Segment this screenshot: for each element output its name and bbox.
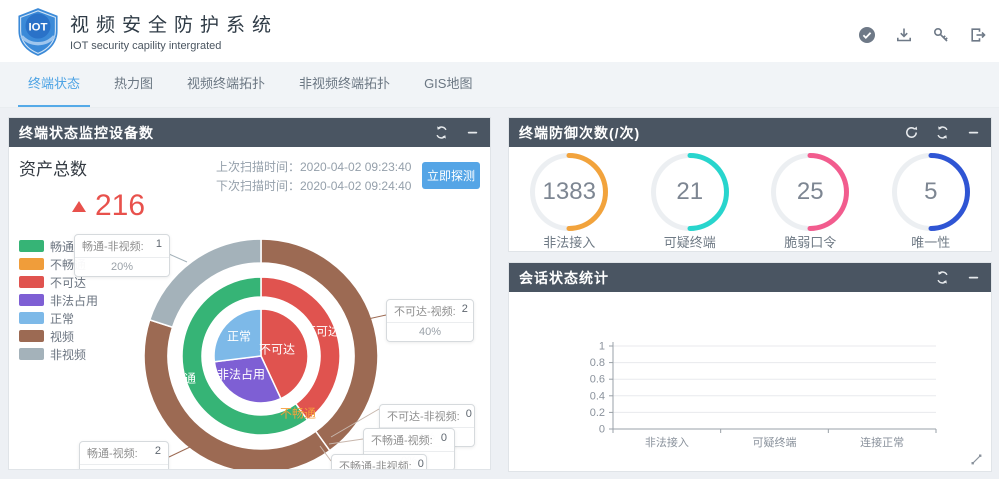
header-actions bbox=[858, 26, 987, 44]
key-icon[interactable] bbox=[932, 26, 950, 44]
resize-handle[interactable] bbox=[971, 452, 982, 463]
legend-item-zhengchang[interactable]: 正常 bbox=[19, 309, 98, 327]
top-header: IOT 视频安全防护系统 IOT security capility inter… bbox=[0, 0, 999, 62]
detect-now-button[interactable]: 立即探测 bbox=[422, 162, 480, 189]
panel-terminal-monitor-header: 终端状态监控设备数 bbox=[9, 118, 490, 147]
gauge-illegal-access: 1383 非法接入 bbox=[509, 150, 630, 251]
asset-total-value: 216 bbox=[95, 189, 145, 223]
legend-swatch bbox=[19, 294, 44, 306]
next-scan-time: 下次扫描时间：2020-04-02 09:24:40 bbox=[216, 177, 411, 196]
main-tabbar: 终端状态 热力图 视频终端拓扑 非视频终端拓扑 GIS地图 bbox=[0, 62, 999, 108]
callout-buchangtong-feishipin: 不畅通-非视频:0 0% bbox=[331, 454, 427, 469]
gauge-value: 25 bbox=[750, 150, 871, 234]
svg-text:非法接入: 非法接入 bbox=[645, 435, 689, 449]
gauge-label: 非法接入 bbox=[509, 232, 630, 251]
legend-swatch bbox=[19, 330, 44, 342]
legend-swatch bbox=[19, 240, 44, 252]
gauge-label: 脆弱口令 bbox=[750, 232, 871, 251]
gauge-weak-password: 25 脆弱口令 bbox=[750, 150, 871, 251]
svg-text:0.8: 0.8 bbox=[590, 357, 605, 369]
tab-video-topology[interactable]: 视频终端拓扑 bbox=[177, 62, 275, 107]
refresh-icon[interactable] bbox=[935, 125, 950, 140]
download-icon[interactable] bbox=[895, 26, 913, 44]
app-subtitle: IOT security capility intergrated bbox=[70, 40, 278, 52]
tab-terminal-status[interactable]: 终端状态 bbox=[18, 62, 90, 107]
gauge-label: 唯一性 bbox=[871, 232, 992, 251]
panel-title: 终端状态监控设备数 bbox=[19, 123, 154, 143]
panel-session-header: 会话状态统计 bbox=[509, 263, 991, 292]
reload-icon[interactable] bbox=[904, 125, 919, 140]
gauge-value: 1383 bbox=[509, 150, 630, 234]
app-logo-icon: IOT bbox=[14, 7, 62, 57]
session-bar-chart: 1 0.8 0.6 0.4 0.2 0 非法接入 可疑终端 连接正常 bbox=[509, 292, 991, 471]
ring-label-zhengchang: 正常 bbox=[227, 328, 251, 345]
panel-terminal-monitor: 终端状态监控设备数 资产总数 216 bbox=[8, 117, 491, 470]
svg-text:0.4: 0.4 bbox=[590, 390, 605, 402]
svg-text:0.2: 0.2 bbox=[590, 407, 605, 419]
tab-nonvideo-topology[interactable]: 非视频终端拓扑 bbox=[289, 62, 400, 107]
legend-item-feifazhanyong[interactable]: 非法占用 bbox=[19, 291, 98, 309]
legend-swatch bbox=[19, 312, 44, 324]
svg-text:连接正常: 连接正常 bbox=[860, 436, 904, 449]
ring-label-changtong: 畅通 bbox=[172, 370, 196, 387]
svg-text:0: 0 bbox=[599, 424, 605, 436]
ring-label-bukeda-middle: 不可达 bbox=[304, 323, 340, 340]
tab-heatmap[interactable]: 热力图 bbox=[104, 62, 163, 107]
legend-swatch bbox=[19, 276, 44, 288]
trend-up-icon bbox=[72, 201, 86, 212]
panel-session-stats: 会话状态统计 1 0.8 0.6 0.4 0.2 0 非法接入 可疑终端 连接正常 bbox=[508, 262, 992, 472]
ring-label-feifazhanyong: 非法占用 bbox=[217, 366, 265, 383]
panel-defense-counts: 终端防御次数(/次) bbox=[508, 117, 992, 252]
gauge-label: 可疑终端 bbox=[630, 232, 751, 251]
audit-check-icon[interactable] bbox=[858, 26, 876, 44]
defense-body: 1383 非法接入 21 可疑终端 25 脆弱口令 5 唯一性 bbox=[509, 147, 991, 251]
main-content: 终端状态监控设备数 资产总数 216 bbox=[0, 108, 999, 479]
minimize-icon[interactable] bbox=[465, 125, 480, 140]
gauge-value: 21 bbox=[630, 150, 751, 234]
last-scan-time: 上次扫描时间：2020-04-02 09:23:40 bbox=[216, 158, 411, 177]
tab-gis-map[interactable]: GIS地图 bbox=[414, 62, 482, 107]
logo-text: IOT bbox=[28, 21, 47, 33]
legend-swatch bbox=[19, 258, 44, 270]
panel-title: 终端防御次数(/次) bbox=[519, 123, 640, 143]
asset-total-label: 资产总数 bbox=[19, 155, 145, 180]
legend-item-feishipin[interactable]: 非视频 bbox=[19, 345, 98, 363]
legend-swatch bbox=[19, 348, 44, 360]
panel-defense-header: 终端防御次数(/次) bbox=[509, 118, 991, 147]
session-body: 1 0.8 0.6 0.4 0.2 0 非法接入 可疑终端 连接正常 bbox=[509, 292, 991, 471]
callout-changtong-shipin: 畅通-视频:2 40% bbox=[79, 441, 169, 469]
logout-icon[interactable] bbox=[969, 26, 987, 44]
gauge-value: 5 bbox=[871, 150, 992, 234]
panel-title: 会话状态统计 bbox=[519, 268, 609, 288]
callout-bukeda-shipin: 不可达-视频:2 40% bbox=[386, 299, 474, 342]
minimize-icon[interactable] bbox=[966, 270, 981, 285]
legend-item-shipin[interactable]: 视频 bbox=[19, 327, 98, 345]
refresh-icon[interactable] bbox=[434, 125, 449, 140]
svg-text:1: 1 bbox=[599, 341, 605, 353]
ring-label-bukeda-inner: 不可达 bbox=[259, 341, 295, 358]
callout-changtong-feishipin: 畅通-非视频:1 20% bbox=[74, 234, 170, 277]
svg-text:0.6: 0.6 bbox=[590, 374, 605, 386]
gauge-uniqueness: 5 唯一性 bbox=[871, 150, 992, 251]
svg-text:可疑终端: 可疑终端 bbox=[753, 435, 797, 449]
terminal-monitor-body: 资产总数 216 上次扫描时间：2020-04-02 09:23:40 下次扫描… bbox=[9, 147, 490, 469]
scan-times: 上次扫描时间：2020-04-02 09:23:40 下次扫描时间：2020-0… bbox=[216, 158, 411, 196]
ring-label-buchangtong: 不畅通 bbox=[280, 405, 316, 422]
app-title: 视频安全防护系统 bbox=[70, 10, 278, 37]
gauge-suspicious-terminal: 21 可疑终端 bbox=[630, 150, 751, 251]
minimize-icon[interactable] bbox=[966, 125, 981, 140]
refresh-icon[interactable] bbox=[935, 270, 950, 285]
